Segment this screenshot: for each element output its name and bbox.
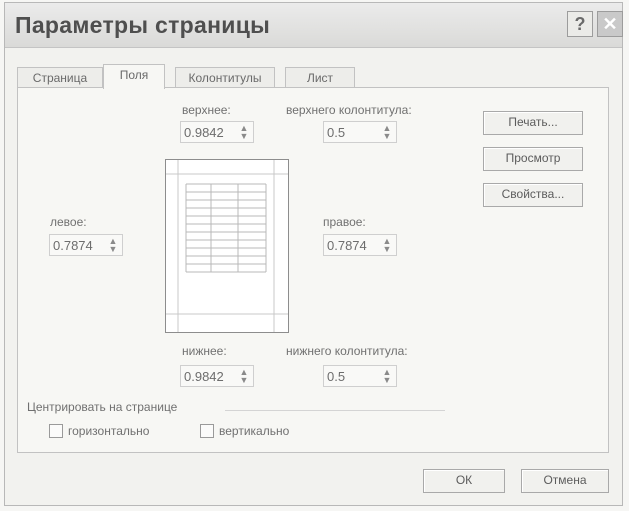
left-margin-label: левое: (50, 215, 87, 229)
left-margin-spinner[interactable]: ▲▼ (49, 234, 123, 256)
margins-panel (17, 87, 609, 453)
ok-button-label: ОК (455, 473, 473, 487)
center-group-label: Центрировать на странице (27, 400, 178, 414)
footer-margin-spinner[interactable]: ▲▼ (323, 365, 397, 387)
tab-margins[interactable]: Поля (103, 64, 165, 89)
close-icon: ✕ (602, 14, 618, 34)
left-margin-input[interactable] (53, 237, 103, 253)
tab-sheet[interactable]: Лист (285, 67, 355, 88)
right-margin-spinner[interactable]: ▲▼ (323, 234, 397, 256)
spin-arrows-icon[interactable]: ▲ ▼ (237, 124, 251, 141)
top-margin-input[interactable] (184, 124, 234, 140)
bottom-margin-label: нижнее: (182, 344, 227, 358)
spin-arrows-icon[interactable]: ▲ ▼ (380, 124, 394, 141)
spin-arrows-icon[interactable]: ▲ ▼ (106, 237, 120, 254)
question-mark-icon: ? (574, 14, 586, 34)
spin-arrows-icon[interactable]: ▲ ▼ (237, 368, 251, 385)
page-setup-dialog: Параметры страницы ? ✕ Страница Поля Кол… (4, 2, 623, 506)
page-preview-graphic (166, 160, 288, 332)
vertical-checkbox[interactable] (200, 424, 214, 438)
spin-arrows-icon[interactable]: ▲ ▼ (380, 368, 394, 385)
dialog-title: Параметры страницы (15, 12, 271, 38)
header-margin-input[interactable] (327, 124, 377, 140)
bottom-margin-input[interactable] (184, 368, 234, 384)
cancel-button-label: Отмена (543, 473, 587, 487)
top-margin-spinner[interactable]: ▲▼ (180, 121, 254, 143)
vertical-checkbox-label[interactable]: вертикально (219, 424, 289, 438)
ok-button[interactable]: ОК (423, 469, 505, 493)
properties-button[interactable]: Свойства... (483, 183, 583, 207)
close-button[interactable]: ✕ (597, 11, 623, 37)
top-margin-label: верхнее: (182, 103, 231, 117)
right-margin-input[interactable] (327, 237, 377, 253)
preview-button-label: Просмотр (505, 151, 561, 165)
horizontal-checkbox[interactable] (49, 424, 63, 438)
header-margin-label: верхнего колонтитула: (286, 103, 412, 117)
right-margin-label: правое: (323, 215, 366, 229)
print-button[interactable]: Печать... (483, 111, 583, 135)
properties-button-label: Свойства... (501, 187, 565, 201)
preview-button[interactable]: Просмотр (483, 147, 583, 171)
page-preview (165, 159, 289, 333)
spin-arrows-icon[interactable]: ▲ ▼ (380, 237, 394, 254)
title-bar[interactable]: Параметры страницы ? ✕ (5, 3, 623, 48)
help-button[interactable]: ? (567, 11, 593, 37)
horizontal-checkbox-label[interactable]: горизонтально (68, 424, 149, 438)
bottom-margin-spinner[interactable]: ▲▼ (180, 365, 254, 387)
cancel-button[interactable]: Отмена (521, 469, 609, 493)
tab-page[interactable]: Страница (17, 67, 103, 88)
tab-headers-footers[interactable]: Колонтитулы (175, 67, 275, 88)
group-divider (225, 410, 445, 411)
footer-margin-label: нижнего колонтитула: (286, 344, 408, 358)
print-button-label: Печать... (508, 115, 558, 129)
header-margin-spinner[interactable]: ▲▼ (323, 121, 397, 143)
footer-margin-input[interactable] (327, 368, 377, 384)
